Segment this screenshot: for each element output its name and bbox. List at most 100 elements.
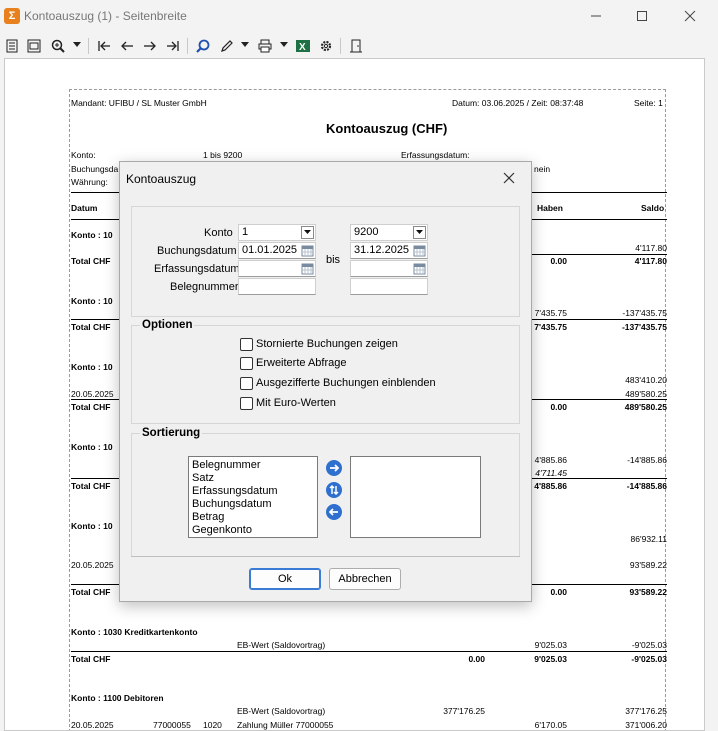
option-stornierte[interactable]: Stornierte Buchungen zeigen <box>240 338 480 352</box>
column-datum: Datum <box>71 203 98 213</box>
buchungsdatum-to-field[interactable]: 31.12.2025 <box>350 242 428 259</box>
calendar-icon <box>413 245 426 257</box>
next-page-button[interactable] <box>140 36 160 56</box>
belegnummer-label: Belegnummer <box>170 281 239 293</box>
filter-buchung-label: Buchungsda <box>71 164 119 174</box>
toolbar: X <box>0 34 718 58</box>
sort-remove-button[interactable] <box>326 504 342 520</box>
calendar-icon <box>413 263 426 275</box>
first-page-icon <box>98 41 110 51</box>
excel-icon: X <box>296 40 310 53</box>
dialog-close-button[interactable] <box>498 168 520 188</box>
settings-button[interactable] <box>316 36 336 56</box>
chevron-down-icon <box>416 230 423 234</box>
belegnummer-from-field[interactable] <box>238 278 316 295</box>
zoom-icon <box>51 39 65 53</box>
edit-button[interactable] <box>217 36 237 56</box>
list-item[interactable]: Belegnummer <box>189 459 317 472</box>
saldo-value: 489'580.25 <box>625 389 667 399</box>
sort-available-list[interactable]: Belegnummer Satz Erfassungsdatum Buchung… <box>188 456 318 538</box>
toolbar-separator <box>88 38 89 54</box>
margin-guide <box>69 89 70 730</box>
zoom-dropdown[interactable] <box>72 36 82 56</box>
list-item[interactable]: Buchungsdatum <box>189 498 317 511</box>
page-width-icon <box>27 39 41 53</box>
gear-icon <box>320 40 332 52</box>
option-euro[interactable]: Mit Euro-Werten <box>240 397 480 411</box>
booking-text: EB-Wert (Saldovortrag) <box>237 640 326 650</box>
title-bar: Σ Kontoauszug (1) - Seitenbreite <box>0 0 718 32</box>
option-label: Ausgezifferte Buchungen einblenden <box>256 377 436 389</box>
list-item[interactable]: Betrag <box>189 511 317 524</box>
chevron-down-icon <box>73 42 81 47</box>
report-datum: Datum: 03.06.2025 / Zeit: 08:37:48 <box>452 98 584 108</box>
checkbox[interactable] <box>240 397 253 410</box>
sort-selected-list[interactable] <box>350 456 481 538</box>
edit-dropdown[interactable] <box>240 36 250 56</box>
list-item[interactable]: Satz <box>189 472 317 485</box>
cancel-button[interactable]: Abbrechen <box>329 568 401 590</box>
toolbar-separator <box>340 38 341 54</box>
sort-add-button[interactable] <box>326 460 342 476</box>
gegenkonto: 1020 <box>203 720 222 730</box>
report-rule <box>71 651 667 652</box>
haben-value: 9'025.03 <box>534 640 567 650</box>
printer-icon <box>258 39 272 53</box>
first-page-button[interactable] <box>94 36 114 56</box>
saldo-value: 4'117.80 <box>634 256 667 266</box>
account-header: Konto : 10 <box>71 362 113 372</box>
search-button[interactable] <box>193 36 213 56</box>
last-page-button[interactable] <box>163 36 183 56</box>
ok-button[interactable]: Ok <box>249 568 321 590</box>
sort-swap-button[interactable] <box>326 482 342 498</box>
saldo-value: 93'589.22 <box>629 587 667 597</box>
calendar-button[interactable] <box>413 262 426 275</box>
page-width-button[interactable] <box>24 36 44 56</box>
saldo-value: -137'435.75 <box>621 322 667 332</box>
margin-guide <box>69 89 666 90</box>
account-header: Konto : 10 <box>71 521 113 531</box>
buchungsdatum-from-field[interactable]: 01.01.2025 <box>238 242 316 259</box>
konto-from-dropdown[interactable] <box>301 226 314 239</box>
option-ausgezifferte[interactable]: Ausgezifferte Buchungen einblenden <box>240 377 480 391</box>
checkbox[interactable] <box>240 377 253 390</box>
erfassungsdatum-from-field[interactable] <box>238 260 316 277</box>
total-label: Total CHF <box>71 587 111 597</box>
single-page-button[interactable] <box>2 36 22 56</box>
option-erweiterte[interactable]: Erweiterte Abfrage <box>240 357 480 371</box>
calendar-button[interactable] <box>301 244 314 257</box>
checkbox[interactable] <box>240 338 253 351</box>
konto-to-dropdown[interactable] <box>413 226 426 239</box>
list-item[interactable]: Gegenkonto <box>189 524 317 537</box>
calendar-button[interactable] <box>413 244 426 257</box>
print-button[interactable] <box>255 36 275 56</box>
checkbox[interactable] <box>240 357 253 370</box>
close-window-button[interactable] <box>670 4 710 28</box>
filter-konto-value: 1 bis 9200 <box>203 150 243 160</box>
report-seite: Seite: 1 <box>634 98 663 108</box>
konto-to-combo[interactable]: 9200 <box>350 224 428 241</box>
buchungsdatum-to-value: 31.12.2025 <box>354 244 410 256</box>
buchungsdatum-label: Buchungsdatum <box>157 245 237 257</box>
erfassungsdatum-label: Erfassungsdatum <box>154 263 240 275</box>
booking-text: Zahlung Müller 77000055 <box>237 720 334 730</box>
calendar-button[interactable] <box>301 262 314 275</box>
chevron-down-icon <box>304 230 311 234</box>
previous-page-button[interactable] <box>117 36 137 56</box>
vertical-scrollbar[interactable] <box>706 58 718 731</box>
erfassungsdatum-to-field[interactable] <box>350 260 428 277</box>
print-dropdown[interactable] <box>279 36 289 56</box>
minimize-button[interactable] <box>576 4 616 28</box>
maximize-icon <box>637 11 647 21</box>
zoom-button[interactable] <box>48 36 68 56</box>
arrow-left-icon <box>121 41 133 51</box>
belegnummer-to-field[interactable] <box>350 278 428 295</box>
list-item[interactable]: Erfassungsdatum <box>189 485 317 498</box>
column-haben: Haben <box>537 203 563 213</box>
excel-export-button[interactable]: X <box>293 36 313 56</box>
konto-label: Konto <box>204 227 233 239</box>
dialog-title: Kontoauszug <box>126 172 197 186</box>
exit-button[interactable] <box>346 36 366 56</box>
maximize-button[interactable] <box>622 4 662 28</box>
konto-from-combo[interactable]: 1 <box>238 224 316 241</box>
